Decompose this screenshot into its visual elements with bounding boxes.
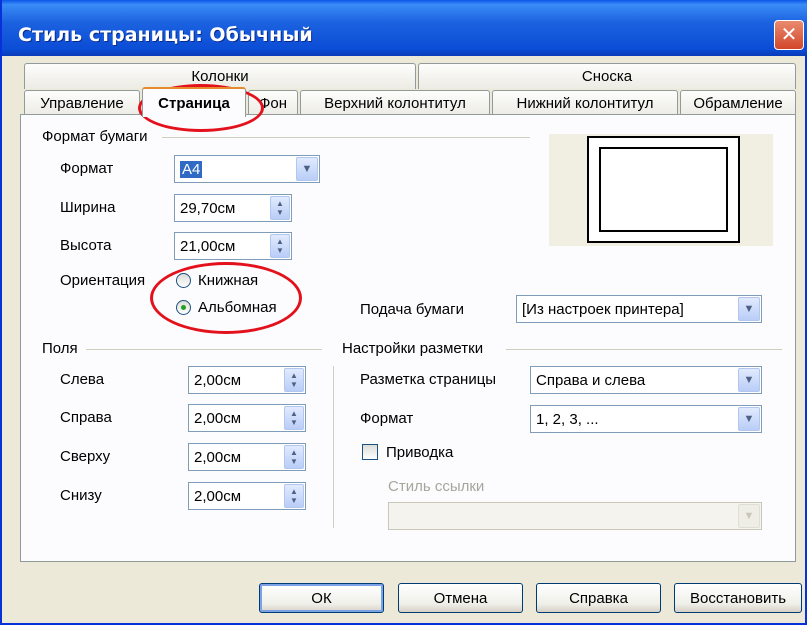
orientation-label: Ориентация <box>60 272 146 289</box>
chevron-down-icon[interactable]: ▼ <box>738 504 760 528</box>
page-layout-select[interactable]: Справа и слева ▼ <box>530 366 762 394</box>
annotation-circle-orientation <box>150 262 302 334</box>
margin-bottom-label: Снизу <box>60 487 102 504</box>
margins-group-label: Поля <box>42 340 78 357</box>
tab-organizer[interactable]: Управление <box>24 90 140 116</box>
page-preview <box>549 134 773 246</box>
paper-format-select[interactable]: А4 ▼ <box>174 155 320 183</box>
layout-divider <box>506 349 782 350</box>
preview-margins <box>599 147 728 232</box>
tab-header[interactable]: Верхний колонтитул <box>300 90 490 116</box>
margin-right-field[interactable]: 2,00см ▲ ▼ <box>188 404 306 432</box>
width-label: Ширина <box>60 199 116 216</box>
page-style-dialog: Стиль страницы: Обычный ✕ Колонки Сноска… <box>0 0 807 625</box>
tab-page[interactable]: Страница <box>142 87 246 117</box>
title-bar[interactable]: Стиль страницы: Обычный ✕ <box>2 0 807 56</box>
preview-page <box>587 136 740 243</box>
margin-top-label: Сверху <box>60 448 111 465</box>
numbering-format-label: Формат <box>360 410 414 427</box>
paper-tray-select[interactable]: [Из настроек принтера] ▼ <box>516 295 762 323</box>
chevron-down-icon[interactable]: ▼ <box>296 157 318 181</box>
spin-arrows-icon[interactable]: ▲ ▼ <box>284 484 304 508</box>
margin-bottom-field[interactable]: 2,00см ▲ ▼ <box>188 482 306 510</box>
width-field[interactable]: 29,70см ▲ ▼ <box>174 194 292 222</box>
height-label: Высота <box>60 237 112 254</box>
chevron-down-icon[interactable]: ▼ <box>738 407 760 431</box>
height-field[interactable]: 21,00см ▲ ▼ <box>174 232 292 260</box>
tab-footer[interactable]: Нижний колонтитул <box>492 90 678 116</box>
tab-borders[interactable]: Обрамление <box>680 90 796 116</box>
margin-right-label: Справа <box>60 409 112 426</box>
format-label: Формат <box>60 160 114 177</box>
cancel-button[interactable]: Отмена <box>398 583 523 613</box>
page-layout-label: Разметка страницы <box>360 371 497 388</box>
help-button[interactable]: Справка <box>536 583 661 613</box>
register-true-checkbox[interactable] <box>362 444 378 460</box>
close-icon[interactable]: ✕ <box>774 20 804 50</box>
group-separator <box>333 366 334 528</box>
register-true-label[interactable]: Приводка <box>386 444 453 461</box>
tab-footnote[interactable]: Сноска <box>418 63 796 89</box>
margins-divider <box>86 349 322 350</box>
spin-arrows-icon[interactable]: ▲ ▼ <box>284 368 304 392</box>
reset-button[interactable]: Восстановить <box>674 583 802 613</box>
chevron-down-icon[interactable]: ▼ <box>738 368 760 392</box>
window-title: Стиль страницы: Обычный <box>18 24 313 46</box>
chevron-down-icon[interactable]: ▼ <box>738 297 760 321</box>
spin-arrows-icon[interactable]: ▲ ▼ <box>284 445 304 469</box>
numbering-format-select[interactable]: 1, 2, 3, ... ▼ <box>530 405 762 433</box>
paper-tray-label: Подача бумаги <box>360 301 464 318</box>
spin-arrows-icon[interactable]: ▲ ▼ <box>270 196 290 220</box>
reference-style-label: Стиль ссылки <box>388 478 485 495</box>
margin-left-label: Слева <box>60 371 105 388</box>
ok-button[interactable]: ОК <box>259 583 384 613</box>
margin-left-field[interactable]: 2,00см ▲ ▼ <box>188 366 306 394</box>
paper-format-value: А4 <box>180 160 203 178</box>
paper-format-group-label: Формат бумаги <box>42 128 148 145</box>
spin-arrows-icon[interactable]: ▲ ▼ <box>284 406 304 430</box>
margin-top-field[interactable]: 2,00см ▲ ▼ <box>188 443 306 471</box>
spin-arrows-icon[interactable]: ▲ ▼ <box>270 234 290 258</box>
reference-style-select[interactable]: ▼ <box>388 502 762 530</box>
paper-format-divider <box>162 137 530 138</box>
layout-group-label: Настройки разметки <box>342 340 484 357</box>
